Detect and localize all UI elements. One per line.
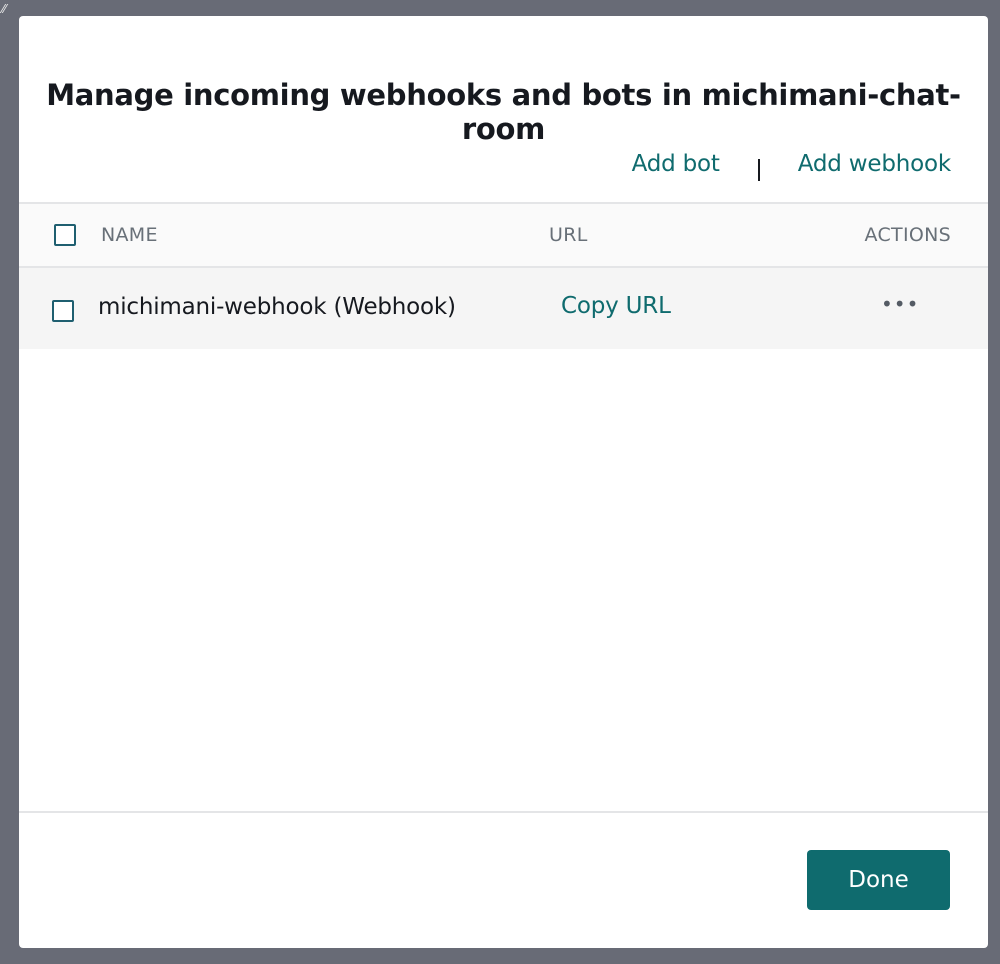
select-all-checkbox[interactable] <box>54 224 76 246</box>
top-actions: Add bot Add webhook <box>632 147 951 181</box>
resize-handle-icon[interactable]: ⁄⁄ <box>2 1 20 17</box>
row-checkbox[interactable] <box>52 300 74 322</box>
footer-divider <box>19 811 988 813</box>
column-header-actions: ACTIONS <box>864 224 951 246</box>
done-button[interactable]: Done <box>807 850 950 910</box>
column-header-name: NAME <box>101 224 158 246</box>
manage-webhooks-modal: Manage incoming webhooks and bots in mic… <box>19 16 988 948</box>
actions-divider <box>757 159 760 181</box>
column-header-url: URL <box>549 224 588 246</box>
table-header: NAME URL ACTIONS <box>19 202 988 268</box>
add-bot-link[interactable]: Add bot <box>632 151 720 177</box>
copy-url-link[interactable]: Copy URL <box>561 293 671 319</box>
modal-title: Manage incoming webhooks and bots in mic… <box>46 78 961 146</box>
table-row: michimani-webhook (Webhook) Copy URL ••• <box>19 268 988 349</box>
more-horizontal-icon[interactable]: ••• <box>881 292 919 316</box>
add-webhook-link[interactable]: Add webhook <box>798 151 951 177</box>
webhook-name: michimani-webhook (Webhook) <box>98 294 456 320</box>
